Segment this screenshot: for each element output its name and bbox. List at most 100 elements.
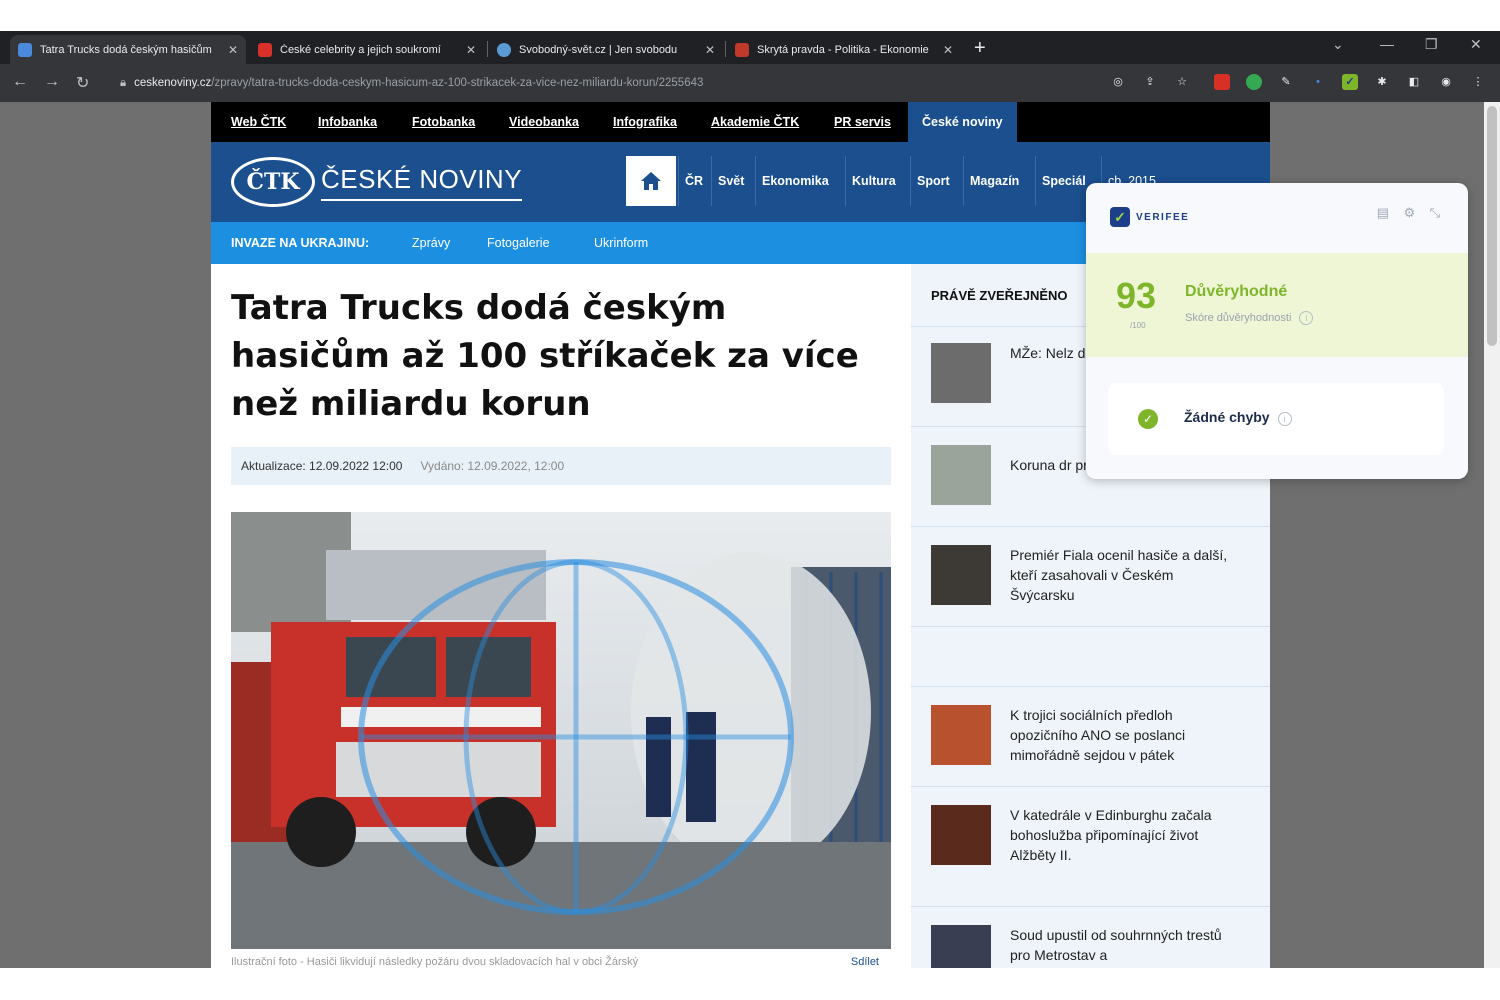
extension-green-icon[interactable]: [1246, 74, 1262, 90]
verifee-logo: ✓ VERIFEE: [1110, 207, 1189, 227]
article-meta: Aktualizace: 12.09.2022 12:00 Vydáno: 12.…: [231, 447, 891, 485]
article-photo[interactable]: [231, 512, 891, 949]
close-window-icon[interactable]: ✕: [1470, 36, 1482, 53]
trust-label: Důvěryhodné: [1185, 283, 1288, 300]
nav-svet[interactable]: Svět: [711, 156, 750, 206]
tab-search-icon[interactable]: ⌄: [1332, 36, 1344, 53]
top-link-akademie[interactable]: Akademie ČTK: [711, 102, 799, 142]
news-headline: Soud upustil od souhrnných trestů pro Me…: [1010, 927, 1222, 963]
article-published: Vydáno: 12.09.2022, 12:00: [420, 459, 565, 473]
home-icon: [641, 172, 661, 190]
news-item[interactable]: Soud upustil od souhrnných trestů pro Me…: [911, 906, 1270, 968]
url-path: /zpravy/tatra-trucks-doda-ceskym-hasicum…: [211, 77, 704, 89]
bookmark-star-icon[interactable]: ☆: [1174, 74, 1190, 90]
news-item[interactable]: K trojici sociálních předloh opozičního …: [911, 686, 1270, 786]
extension-blue-icon[interactable]: •: [1310, 74, 1326, 90]
reload-icon[interactable]: ↻: [76, 73, 89, 93]
pen-icon[interactable]: ✎: [1278, 74, 1294, 90]
close-icon[interactable]: ✕: [228, 43, 238, 57]
tab-3[interactable]: Svobodný-svět.cz | Jen svobodu ✕: [489, 35, 723, 64]
top-link-pr-servis[interactable]: PR servis: [834, 102, 891, 142]
settings-gear-icon[interactable]: ⚙: [1403, 205, 1415, 220]
ukraine-link-fotogalerie[interactable]: Fotogalerie: [487, 222, 550, 264]
tab-title: České celebrity a jejich soukromí: [280, 43, 441, 56]
errors-box[interactable]: ✓ Žádné chyby i: [1108, 383, 1444, 455]
tab-favicon-icon: [497, 42, 511, 57]
verifee-brand: VERIFEE: [1136, 211, 1190, 223]
site-name: ČESKÉ NOVINY: [321, 164, 523, 201]
side-panel-icon[interactable]: ◧: [1406, 74, 1422, 90]
verifee-check-icon: ✓: [1110, 207, 1130, 227]
extension-red-icon[interactable]: [1214, 74, 1230, 90]
photo-caption: Ilustrační foto - Hasiči likvidují násle…: [231, 956, 891, 968]
forward-icon[interactable]: →: [44, 73, 60, 91]
tab-4[interactable]: Skrytá pravda - Politika - Ekonomie ✕: [727, 35, 961, 64]
top-link-web-ctk[interactable]: Web ČTK: [231, 102, 286, 142]
news-thumbnail: [931, 343, 991, 403]
top-link-infobanka[interactable]: Infobanka: [318, 102, 377, 142]
news-thumbnail: [931, 925, 991, 968]
page-scrollbar[interactable]: [1484, 102, 1500, 968]
url-host: ceskenoviny.cz: [134, 77, 212, 89]
browser-toolbar: ← → ↻ 🔒︎ ceskenoviny.cz/zpravy/tatra-truc…: [0, 64, 1500, 102]
restore-icon[interactable]: ❐: [1425, 36, 1438, 53]
top-link-ceske-noviny[interactable]: České noviny: [908, 102, 1017, 142]
tab-1[interactable]: Tatra Trucks dodá českým hasičům ✕: [10, 35, 246, 64]
new-tab-button[interactable]: +: [974, 37, 986, 60]
nav-ekonomika[interactable]: Ekonomika: [755, 156, 835, 206]
top-link-fotobanka[interactable]: Fotobanka: [412, 102, 475, 142]
tab-separator: [487, 41, 488, 57]
close-icon[interactable]: ✕: [705, 43, 715, 57]
nav-sport[interactable]: Sport: [910, 156, 956, 206]
news-thumbnail: [931, 545, 991, 605]
home-button[interactable]: [626, 156, 676, 206]
verifee-extension-icon[interactable]: ✓: [1342, 74, 1358, 90]
tab-2[interactable]: České celebrity a jejich soukromí ✕: [250, 35, 484, 64]
lock-icon: 🔒︎: [120, 77, 127, 89]
tab-title: Tatra Trucks dodá českým hasičům: [40, 43, 212, 56]
tab-favicon-icon: [258, 42, 272, 57]
nav-cr[interactable]: ČR: [678, 156, 709, 206]
check-circle-icon: ✓: [1138, 409, 1158, 429]
tab-separator: [725, 41, 726, 57]
news-thumbnail: [931, 805, 991, 865]
close-icon[interactable]: ✕: [466, 43, 476, 57]
errors-label: Žádné chyby i: [1184, 409, 1292, 426]
news-item[interactable]: V katedrále v Edinburghu začala bohosluž…: [911, 786, 1270, 906]
ukraine-link-ukrinform[interactable]: Ukrinform: [594, 222, 648, 264]
trust-score-box: 93 /100 Důvěryhodné Skóre důvěryhodnosti…: [1086, 253, 1468, 357]
extensions-puzzle-icon[interactable]: ✱: [1374, 74, 1390, 90]
share-icon[interactable]: ⇪: [1142, 74, 1158, 90]
close-icon[interactable]: ✕: [943, 43, 953, 57]
profile-icon[interactable]: ◉: [1438, 74, 1454, 90]
ukraine-link-zpravy[interactable]: Zprávy: [412, 222, 450, 264]
news-item[interactable]: Premiér Fiala ocenil hasiče a další, kte…: [911, 526, 1270, 626]
eye-off-icon[interactable]: ◎: [1110, 74, 1126, 90]
top-link-videobanka[interactable]: Videobanka: [509, 102, 579, 142]
site-logo[interactable]: ČTK ČESKÉ NOVINY: [231, 156, 523, 208]
news-thumbnail: [931, 705, 991, 765]
menu-icon[interactable]: ⋮: [1470, 74, 1486, 90]
report-icon[interactable]: ▤: [1377, 205, 1389, 220]
fire-truck-photo: [231, 512, 891, 949]
verifee-popup: ✓ VERIFEE ▤ ⚙ ⤡ 93 /100 Důvěryhodné Skór…: [1086, 183, 1468, 479]
address-bar[interactable]: 🔒︎ ceskenoviny.cz/zpravy/tatra-trucks-dod…: [110, 69, 1200, 97]
nav-special[interactable]: Speciál: [1035, 156, 1092, 206]
nav-kultura[interactable]: Kultura: [845, 156, 902, 206]
info-icon[interactable]: i: [1299, 311, 1314, 325]
tab-title: Skrytá pravda - Politika - Ekonomie: [757, 43, 929, 56]
scrollbar-thumb[interactable]: [1487, 106, 1497, 346]
nav-magazin[interactable]: Magazín: [963, 156, 1025, 206]
back-icon[interactable]: ←: [12, 73, 28, 91]
trust-score-max: /100: [1130, 321, 1146, 330]
top-link-infografika[interactable]: Infografika: [613, 102, 677, 142]
info-icon[interactable]: i: [1277, 412, 1292, 426]
tab-favicon-icon: [18, 42, 32, 57]
minimize-icon[interactable]: —: [1380, 36, 1394, 52]
collapse-icon[interactable]: ⤡: [1430, 205, 1440, 220]
caption-text: Ilustrační foto - Hasiči likvidují násle…: [231, 956, 639, 968]
trust-sublabel: Skóre důvěryhodnosti i: [1185, 311, 1314, 325]
news-headline: K trojici sociálních předloh opozičního …: [1010, 707, 1186, 763]
share-link[interactable]: Sdílet: [851, 956, 879, 968]
tab-bar: Tatra Trucks dodá českým hasičům ✕ České…: [0, 31, 1500, 64]
